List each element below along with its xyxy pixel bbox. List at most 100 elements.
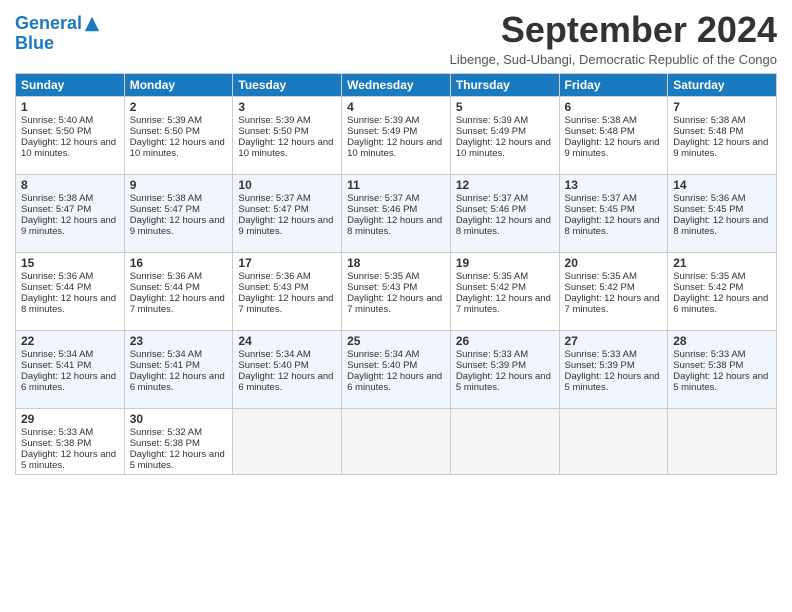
sunrise-label: Sunrise: 5:38 AM bbox=[565, 115, 637, 126]
sunset-label: Sunset: 5:44 PM bbox=[130, 282, 200, 293]
page: General Blue September 2024 Libenge, Sud… bbox=[0, 0, 792, 612]
calendar-day-cell: 7 Sunrise: 5:38 AM Sunset: 5:48 PM Dayli… bbox=[668, 96, 777, 174]
calendar-day-cell: 23 Sunrise: 5:34 AM Sunset: 5:41 PM Dayl… bbox=[124, 330, 233, 408]
daylight-label: Daylight: 12 hours and 9 minutes. bbox=[673, 137, 768, 159]
calendar-day-cell: 10 Sunrise: 5:37 AM Sunset: 5:47 PM Dayl… bbox=[233, 174, 342, 252]
calendar-day-cell: 4 Sunrise: 5:39 AM Sunset: 5:49 PM Dayli… bbox=[342, 96, 451, 174]
sunrise-label: Sunrise: 5:38 AM bbox=[130, 193, 202, 204]
day-number: 30 bbox=[130, 412, 228, 426]
daylight-label: Daylight: 12 hours and 5 minutes. bbox=[673, 371, 768, 393]
logo: General Blue bbox=[15, 14, 101, 54]
calendar-week-row: 8 Sunrise: 5:38 AM Sunset: 5:47 PM Dayli… bbox=[16, 174, 777, 252]
subtitle: Libenge, Sud-Ubangi, Democratic Republic… bbox=[450, 52, 777, 67]
day-number: 9 bbox=[130, 178, 228, 192]
sunrise-label: Sunrise: 5:37 AM bbox=[347, 193, 419, 204]
daylight-label: Daylight: 12 hours and 10 minutes. bbox=[456, 137, 551, 159]
sunrise-label: Sunrise: 5:34 AM bbox=[21, 349, 93, 360]
sunrise-label: Sunrise: 5:35 AM bbox=[456, 271, 528, 282]
sunrise-label: Sunrise: 5:39 AM bbox=[130, 115, 202, 126]
sunset-label: Sunset: 5:43 PM bbox=[238, 282, 308, 293]
day-number: 22 bbox=[21, 334, 119, 348]
day-number: 15 bbox=[21, 256, 119, 270]
day-number: 26 bbox=[456, 334, 554, 348]
calendar-week-row: 22 Sunrise: 5:34 AM Sunset: 5:41 PM Dayl… bbox=[16, 330, 777, 408]
calendar-day-cell: 1 Sunrise: 5:40 AM Sunset: 5:50 PM Dayli… bbox=[16, 96, 125, 174]
sunset-label: Sunset: 5:47 PM bbox=[238, 204, 308, 215]
sunset-label: Sunset: 5:48 PM bbox=[673, 126, 743, 137]
day-number: 20 bbox=[565, 256, 663, 270]
calendar-day-cell: 9 Sunrise: 5:38 AM Sunset: 5:47 PM Dayli… bbox=[124, 174, 233, 252]
sunrise-label: Sunrise: 5:33 AM bbox=[673, 349, 745, 360]
calendar-day-cell: 24 Sunrise: 5:34 AM Sunset: 5:40 PM Dayl… bbox=[233, 330, 342, 408]
sunrise-label: Sunrise: 5:37 AM bbox=[238, 193, 310, 204]
calendar-day-cell bbox=[559, 408, 668, 474]
daylight-label: Daylight: 12 hours and 6 minutes. bbox=[673, 293, 768, 315]
daylight-label: Daylight: 12 hours and 9 minutes. bbox=[130, 215, 225, 237]
daylight-label: Daylight: 12 hours and 10 minutes. bbox=[130, 137, 225, 159]
daylight-label: Daylight: 12 hours and 10 minutes. bbox=[21, 137, 116, 159]
sunset-label: Sunset: 5:40 PM bbox=[347, 360, 417, 371]
sunset-label: Sunset: 5:42 PM bbox=[456, 282, 526, 293]
daylight-label: Daylight: 12 hours and 5 minutes. bbox=[130, 449, 225, 471]
sunset-label: Sunset: 5:46 PM bbox=[347, 204, 417, 215]
calendar-week-row: 29 Sunrise: 5:33 AM Sunset: 5:38 PM Dayl… bbox=[16, 408, 777, 474]
day-number: 28 bbox=[673, 334, 771, 348]
sunrise-label: Sunrise: 5:37 AM bbox=[456, 193, 528, 204]
title-block: September 2024 Libenge, Sud-Ubangi, Demo… bbox=[450, 10, 777, 67]
daylight-label: Daylight: 12 hours and 7 minutes. bbox=[238, 293, 333, 315]
calendar-day-cell: 26 Sunrise: 5:33 AM Sunset: 5:39 PM Dayl… bbox=[450, 330, 559, 408]
sunset-label: Sunset: 5:42 PM bbox=[565, 282, 635, 293]
day-number: 5 bbox=[456, 100, 554, 114]
sunset-label: Sunset: 5:38 PM bbox=[21, 438, 91, 449]
sunrise-label: Sunrise: 5:36 AM bbox=[130, 271, 202, 282]
day-number: 10 bbox=[238, 178, 336, 192]
day-number: 4 bbox=[347, 100, 445, 114]
col-thursday: Thursday bbox=[450, 73, 559, 96]
daylight-label: Daylight: 12 hours and 7 minutes. bbox=[347, 293, 442, 315]
sunset-label: Sunset: 5:38 PM bbox=[673, 360, 743, 371]
calendar-day-cell bbox=[450, 408, 559, 474]
calendar-day-cell: 22 Sunrise: 5:34 AM Sunset: 5:41 PM Dayl… bbox=[16, 330, 125, 408]
day-number: 18 bbox=[347, 256, 445, 270]
calendar-day-cell: 2 Sunrise: 5:39 AM Sunset: 5:50 PM Dayli… bbox=[124, 96, 233, 174]
day-number: 16 bbox=[130, 256, 228, 270]
calendar-day-cell: 29 Sunrise: 5:33 AM Sunset: 5:38 PM Dayl… bbox=[16, 408, 125, 474]
day-number: 6 bbox=[565, 100, 663, 114]
sunset-label: Sunset: 5:49 PM bbox=[456, 126, 526, 137]
logo-text: General bbox=[15, 14, 101, 34]
sunrise-label: Sunrise: 5:40 AM bbox=[21, 115, 93, 126]
sunrise-label: Sunrise: 5:33 AM bbox=[565, 349, 637, 360]
day-number: 17 bbox=[238, 256, 336, 270]
sunset-label: Sunset: 5:44 PM bbox=[21, 282, 91, 293]
calendar-day-cell: 11 Sunrise: 5:37 AM Sunset: 5:46 PM Dayl… bbox=[342, 174, 451, 252]
calendar-day-cell: 13 Sunrise: 5:37 AM Sunset: 5:45 PM Dayl… bbox=[559, 174, 668, 252]
calendar-day-cell: 3 Sunrise: 5:39 AM Sunset: 5:50 PM Dayli… bbox=[233, 96, 342, 174]
calendar-week-row: 1 Sunrise: 5:40 AM Sunset: 5:50 PM Dayli… bbox=[16, 96, 777, 174]
calendar-day-cell: 6 Sunrise: 5:38 AM Sunset: 5:48 PM Dayli… bbox=[559, 96, 668, 174]
daylight-label: Daylight: 12 hours and 8 minutes. bbox=[673, 215, 768, 237]
sunset-label: Sunset: 5:49 PM bbox=[347, 126, 417, 137]
calendar-day-cell: 12 Sunrise: 5:37 AM Sunset: 5:46 PM Dayl… bbox=[450, 174, 559, 252]
day-number: 21 bbox=[673, 256, 771, 270]
col-saturday: Saturday bbox=[668, 73, 777, 96]
sunrise-label: Sunrise: 5:39 AM bbox=[347, 115, 419, 126]
calendar-day-cell bbox=[342, 408, 451, 474]
sunset-label: Sunset: 5:47 PM bbox=[130, 204, 200, 215]
calendar-day-cell: 21 Sunrise: 5:35 AM Sunset: 5:42 PM Dayl… bbox=[668, 252, 777, 330]
calendar-day-cell: 19 Sunrise: 5:35 AM Sunset: 5:42 PM Dayl… bbox=[450, 252, 559, 330]
daylight-label: Daylight: 12 hours and 9 minutes. bbox=[21, 215, 116, 237]
daylight-label: Daylight: 12 hours and 8 minutes. bbox=[21, 293, 116, 315]
sunrise-label: Sunrise: 5:39 AM bbox=[456, 115, 528, 126]
day-number: 25 bbox=[347, 334, 445, 348]
daylight-label: Daylight: 12 hours and 8 minutes. bbox=[456, 215, 551, 237]
calendar-day-cell: 5 Sunrise: 5:39 AM Sunset: 5:49 PM Dayli… bbox=[450, 96, 559, 174]
daylight-label: Daylight: 12 hours and 6 minutes. bbox=[347, 371, 442, 393]
daylight-label: Daylight: 12 hours and 7 minutes. bbox=[565, 293, 660, 315]
logo-general: General bbox=[15, 13, 82, 33]
sunset-label: Sunset: 5:41 PM bbox=[21, 360, 91, 371]
sunset-label: Sunset: 5:46 PM bbox=[456, 204, 526, 215]
calendar-day-cell bbox=[668, 408, 777, 474]
day-number: 1 bbox=[21, 100, 119, 114]
daylight-label: Daylight: 12 hours and 5 minutes. bbox=[456, 371, 551, 393]
sunset-label: Sunset: 5:45 PM bbox=[565, 204, 635, 215]
